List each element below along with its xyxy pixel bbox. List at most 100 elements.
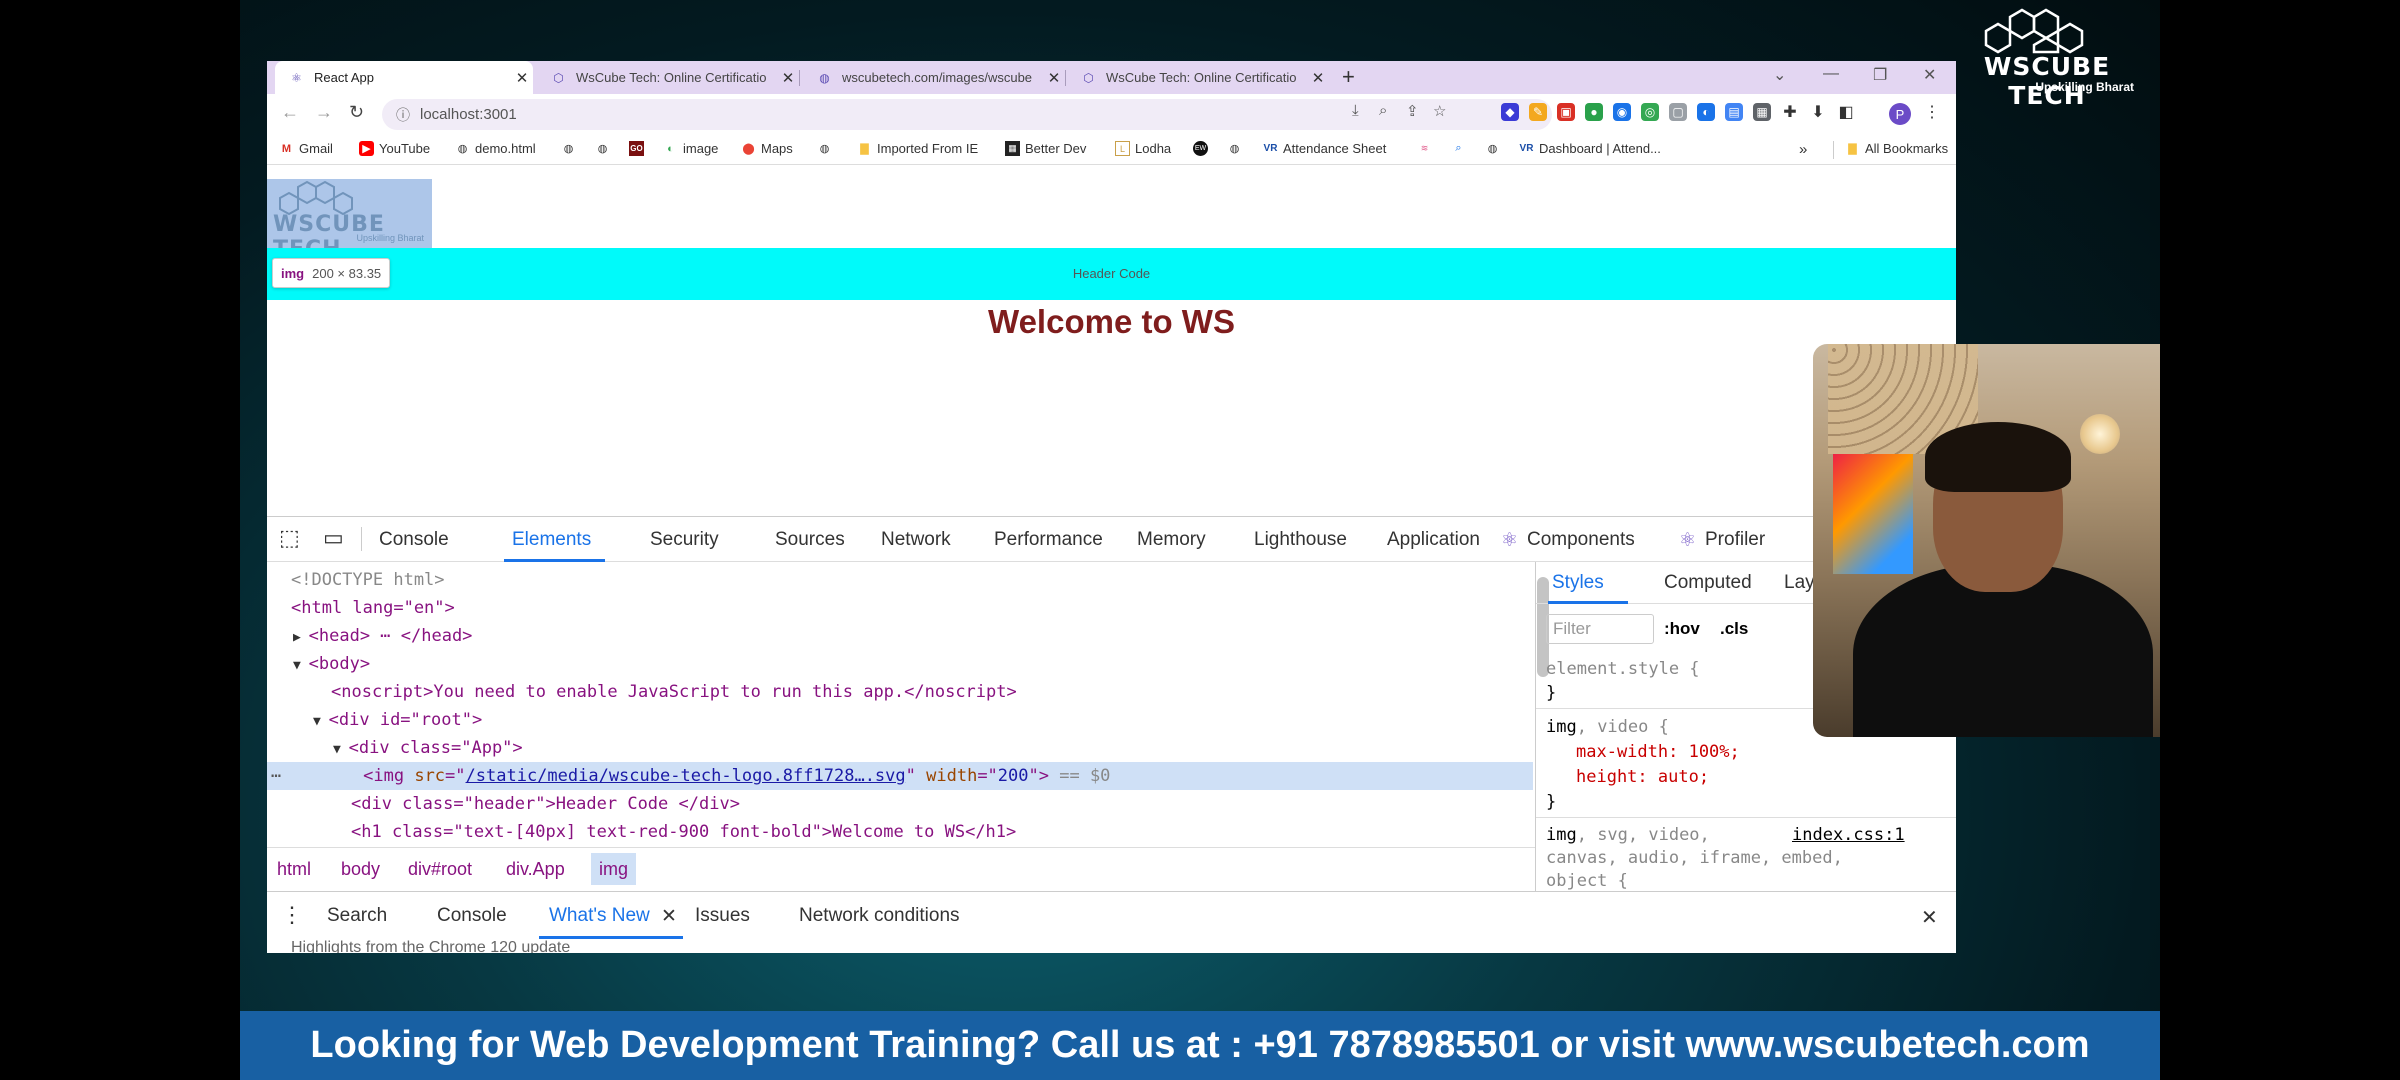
bookmark-globe[interactable]: ◍ (1485, 141, 1505, 156)
dom-node-head[interactable]: ▶ <head> ⋯ </head> (267, 622, 1533, 650)
drawer-tab-search[interactable]: Search (327, 905, 387, 927)
tab-wscube-images[interactable]: ◍ wscubetech.com/images/wscube ✕ (803, 61, 1065, 94)
address-bar[interactable]: ⓘ localhost:3001 (382, 99, 1552, 130)
hov-toggle[interactable]: :hov (1664, 618, 1700, 640)
profile-avatar[interactable]: P (1889, 103, 1911, 125)
collapse-triangle-icon[interactable]: ▼ (333, 742, 349, 757)
bookmark-gmail[interactable]: M Gmail (279, 141, 333, 156)
tab-react-app[interactable]: ⚛ React App ✕ (275, 61, 533, 94)
tab-console[interactable]: Console (379, 529, 449, 551)
back-icon[interactable]: ← (281, 102, 299, 123)
bookmark-search[interactable]: ⌕ (1451, 141, 1471, 156)
bookmark-go[interactable]: GO (629, 141, 649, 156)
menu-kebab-icon[interactable]: ⋮ (1923, 103, 1941, 121)
dom-node-header[interactable]: <div class="header">Header Code </div> (267, 790, 1533, 818)
minimize-icon[interactable]: — (1823, 65, 1839, 83)
tab-search-icon[interactable]: ⌄ (1773, 65, 1786, 85)
dom-node-img-selected[interactable]: ⋯ <img src="/static/media/wscube-tech-lo… (267, 762, 1533, 790)
drawer-tab-network-conditions[interactable]: Network conditions (799, 905, 960, 927)
element-style-rule[interactable]: element.style { (1546, 658, 1700, 680)
dom-tree[interactable]: <!DOCTYPE html> <html lang="en"> ▶ <head… (267, 562, 1533, 844)
extension-icon[interactable]: ◆ (1501, 103, 1519, 121)
extension-pen-icon[interactable]: ✎ (1529, 103, 1547, 121)
dom-node-noscript[interactable]: <noscript>You need to enable JavaScript … (267, 678, 1533, 706)
tab-network[interactable]: Network (881, 529, 951, 551)
bookmark-globe[interactable]: ◍ (817, 141, 837, 156)
extension-icon[interactable]: ▦ (1753, 103, 1771, 121)
bookmark-better-dev[interactable]: ▦ Better Dev (1005, 141, 1086, 156)
extension-icon[interactable]: ◎ (1641, 103, 1659, 121)
dom-node-app[interactable]: ▼ <div class="App"> (267, 734, 1533, 762)
tab-lighthouse[interactable]: Lighthouse (1254, 529, 1347, 551)
dom-node-body[interactable]: ▼ <body> (267, 650, 1533, 678)
drawer-menu-icon[interactable]: ⋮ (281, 902, 303, 928)
collapse-triangle-icon[interactable]: ▼ (293, 658, 309, 673)
tab-security[interactable]: Security (650, 529, 719, 551)
extension-icon[interactable]: ▤ (1725, 103, 1743, 121)
bookmark-maps[interactable]: ⬤ Maps (741, 141, 792, 156)
cls-toggle[interactable]: .cls (1720, 618, 1748, 640)
bookmark-attendance[interactable]: VR Attendance Sheet (1263, 141, 1387, 156)
node-actions-icon[interactable]: ⋯ (271, 766, 281, 786)
zoom-icon[interactable]: ⌕ (1379, 102, 1387, 119)
bookmark-youtube[interactable]: ▶ YouTube (359, 141, 430, 156)
extension-icon[interactable]: ▣ (1557, 103, 1575, 121)
close-tab-icon[interactable]: ✕ (1307, 69, 1329, 87)
dom-node-html[interactable]: <html lang="en"> (267, 594, 1533, 622)
breadcrumb-img[interactable]: img (591, 853, 637, 885)
bookmarks-overflow-button[interactable]: » (1799, 141, 1807, 158)
tab-performance[interactable]: Performance (994, 529, 1103, 551)
extensions-puzzle-icon[interactable]: ✚ (1781, 103, 1799, 121)
bookmark-star-icon[interactable]: ☆ (1433, 102, 1446, 120)
breadcrumb-div-app[interactable]: div.App (506, 859, 565, 880)
drawer-tab-issues[interactable]: Issues (695, 905, 750, 927)
device-toolbar-icon[interactable]: ▭ (323, 525, 344, 551)
bookmark-globe[interactable]: ◍ (561, 141, 581, 156)
breadcrumb-html[interactable]: html (277, 859, 311, 880)
close-tab-icon[interactable]: ✕ (511, 69, 533, 87)
drawer-tab-console[interactable]: Console (437, 905, 507, 927)
new-tab-button[interactable]: + (1342, 64, 1355, 90)
bookmark-globe[interactable]: ◍ (1227, 141, 1247, 156)
styles-filter-input[interactable]: Filter (1546, 614, 1654, 644)
reload-icon[interactable]: ↻ (349, 102, 364, 123)
close-window-icon[interactable]: ✕ (1923, 65, 1936, 85)
maximize-icon[interactable]: ❐ (1873, 65, 1887, 85)
bookmark-ew[interactable]: EW (1193, 141, 1213, 156)
bookmark-demo[interactable]: ◍ demo.html (455, 141, 536, 156)
tab-application[interactable]: Application (1387, 529, 1480, 551)
decl-max-width[interactable]: max-width: 100%; (1576, 741, 1740, 763)
tab-memory[interactable]: Memory (1137, 529, 1206, 551)
dom-node-doctype[interactable]: <!DOCTYPE html> (267, 566, 1533, 594)
share-icon[interactable]: ⇪ (1406, 102, 1419, 120)
extension-icon[interactable]: ◐ (1697, 103, 1715, 121)
img-src-link[interactable]: /static/media/wscube-tech-logo.8ff1728….… (466, 766, 906, 786)
bookmark-image[interactable]: ◐ image (663, 141, 718, 156)
bookmark-dashboard[interactable]: VR Dashboard | Attend... (1519, 141, 1661, 156)
install-icon[interactable]: ⤓ (1352, 102, 1359, 119)
dom-node-root[interactable]: ▼ <div id="root"> (267, 706, 1533, 734)
bookmark-lodha[interactable]: L Lodha (1115, 141, 1171, 156)
rule-img-video-selector[interactable]: img, video { (1546, 716, 1669, 738)
forward-icon[interactable]: → (315, 102, 333, 123)
rule-img-svg-selector[interactable]: img, svg, video, (1546, 824, 1710, 846)
extension-icon[interactable]: ◉ (1613, 103, 1631, 121)
bookmark-globe[interactable]: ◍ (595, 141, 615, 156)
bookmark-sheet[interactable]: ≋ (1417, 141, 1437, 156)
stylesheet-source-link[interactable]: index.css:1 (1792, 824, 1905, 846)
close-drawer-icon[interactable]: ✕ (1921, 905, 1938, 930)
tab-wscube-1[interactable]: ⬡ WsCube Tech: Online Certificatio ✕ (537, 61, 799, 94)
tab-wscube-2[interactable]: ⬡ WsCube Tech: Online Certificatio ✕ (1067, 61, 1329, 94)
tab-styles[interactable]: Styles (1552, 572, 1604, 594)
drawer-tab-whats-new[interactable]: What's New (549, 905, 650, 927)
extension-icon[interactable]: ● (1585, 103, 1603, 121)
tab-computed[interactable]: Computed (1664, 572, 1752, 594)
site-info-icon[interactable]: ⓘ (396, 105, 410, 125)
close-tab-icon[interactable]: ✕ (1043, 69, 1065, 87)
inspect-element-icon[interactable]: ⬚ (279, 525, 300, 551)
extension-icon[interactable]: ▢ (1669, 103, 1687, 121)
close-drawer-tab-icon[interactable]: ✕ (661, 905, 677, 928)
side-panel-icon[interactable]: ◧ (1837, 103, 1855, 121)
breadcrumb-div-root[interactable]: div#root (408, 859, 472, 880)
dom-node-h1[interactable]: <h1 class="text-[40px] text-red-900 font… (267, 818, 1533, 844)
